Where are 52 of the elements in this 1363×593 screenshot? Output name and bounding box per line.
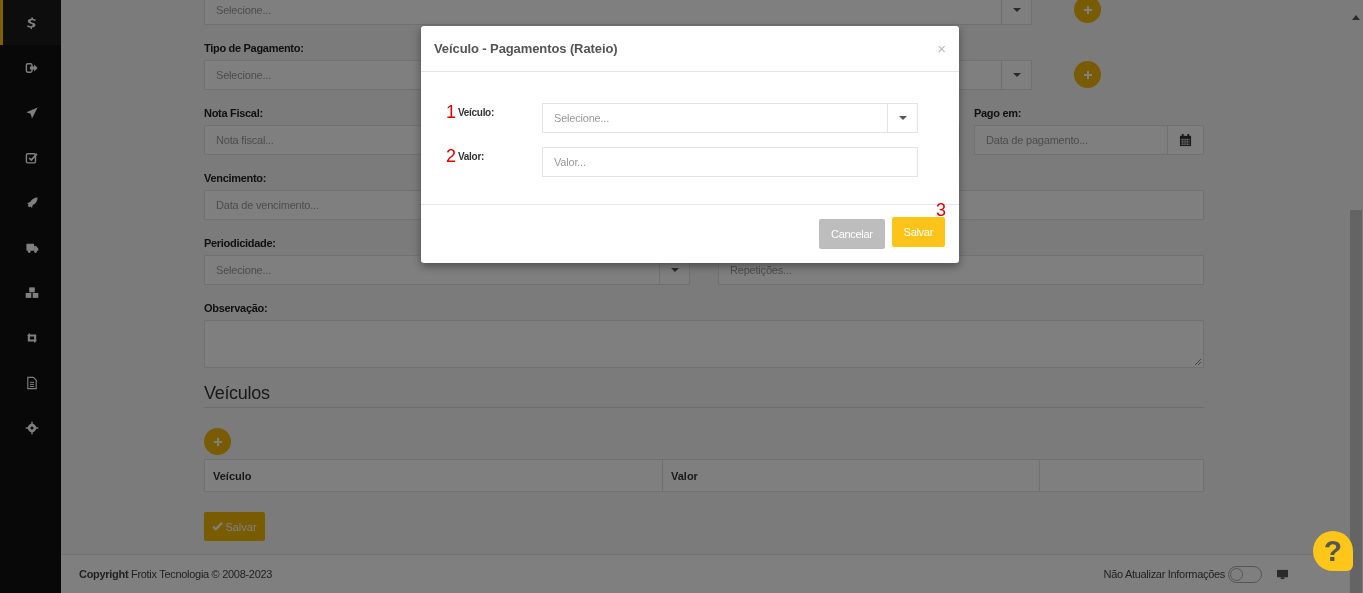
select-field[interactable]: Selecione... bbox=[542, 103, 918, 133]
input-field[interactable]: Valor... bbox=[542, 147, 918, 177]
calendar-icon bbox=[1179, 133, 1192, 147]
check-square-icon bbox=[25, 150, 39, 165]
field-label: Tipo de Pagamento: bbox=[204, 42, 304, 54]
column-header: Valor bbox=[662, 459, 1040, 492]
scroll-up-icon bbox=[1352, 15, 1360, 20]
rocket-icon bbox=[25, 195, 39, 210]
monitor-icon[interactable] bbox=[1276, 568, 1289, 580]
field-label: Valor: bbox=[458, 151, 484, 162]
placeholder-text: Valor... bbox=[554, 155, 586, 170]
cubes-icon bbox=[25, 285, 39, 300]
caret-down-icon bbox=[1012, 73, 1021, 77]
plus-icon bbox=[212, 436, 223, 447]
paper-plane-icon bbox=[25, 105, 39, 120]
text-area[interactable] bbox=[204, 320, 1204, 368]
dialog-title: Veículo - Pagamentos (Rateio) bbox=[434, 41, 618, 56]
field-label: Pago em: bbox=[974, 107, 1022, 119]
check-icon bbox=[212, 522, 224, 531]
plus-icon bbox=[1082, 4, 1093, 15]
step-number: 3 bbox=[936, 201, 946, 219]
plus-icon bbox=[1082, 69, 1093, 80]
resize-grip-icon bbox=[1195, 359, 1201, 365]
add-button[interactable] bbox=[1074, 61, 1101, 88]
close-button[interactable]: × bbox=[937, 40, 946, 57]
toggle-switch[interactable] bbox=[1228, 565, 1262, 583]
add-button[interactable] bbox=[204, 428, 231, 455]
section-title: Veículos bbox=[204, 383, 1204, 408]
step-number: 1 bbox=[446, 103, 456, 121]
sign-out-icon bbox=[25, 60, 39, 75]
caret-down-icon bbox=[670, 268, 679, 272]
caret-down-icon bbox=[1012, 8, 1021, 12]
cancel-button[interactable]: Cancelar bbox=[819, 219, 885, 249]
placeholder-text: Selecione... bbox=[554, 111, 610, 126]
field-label: Veículo: bbox=[458, 107, 494, 118]
copyright-text: Copyright Frotix Tecnologia © 2008-2023 bbox=[79, 568, 273, 580]
field-label: Periodicidade: bbox=[204, 237, 276, 249]
toggle-label: Não Atualizar Informações bbox=[1103, 568, 1225, 580]
add-button[interactable] bbox=[1074, 0, 1101, 23]
column-header: Veículo bbox=[204, 459, 663, 492]
field-label: Observação: bbox=[204, 302, 268, 314]
step-number: 2 bbox=[446, 147, 456, 165]
sidebar-item[interactable] bbox=[0, 0, 61, 45]
caret-down-icon bbox=[898, 116, 907, 120]
dollar-icon bbox=[25, 15, 39, 30]
save-button[interactable]: Salvar bbox=[204, 512, 265, 541]
document-icon bbox=[25, 375, 39, 390]
field-label: Nota Fiscal: bbox=[204, 107, 263, 119]
field-label: Vencimento: bbox=[204, 172, 267, 184]
save-button[interactable]: Salvar bbox=[891, 217, 945, 247]
scrollbar-thumb[interactable] bbox=[1350, 210, 1362, 593]
help-button[interactable]: ? bbox=[1313, 531, 1353, 571]
